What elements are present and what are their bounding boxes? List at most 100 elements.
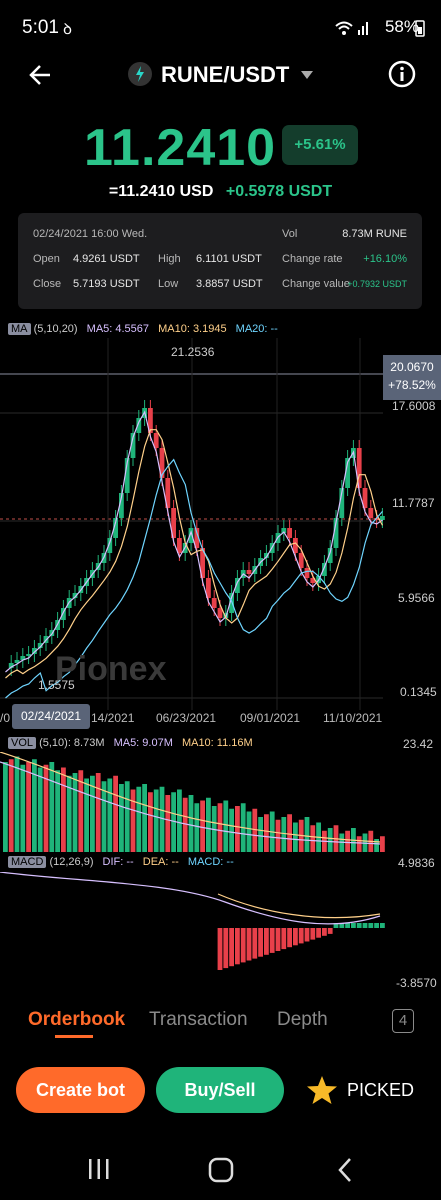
macd-chart[interactable] (0, 872, 441, 982)
battery-level: 58% (384, 17, 419, 36)
change-abs: +0.5978 USDT (225, 183, 333, 200)
volume-bar (380, 836, 385, 852)
macd-tag[interactable]: MACD (8, 856, 47, 868)
create-bot-button[interactable]: Create bot (16, 1067, 145, 1113)
macd-value: MACD: -- (187, 856, 234, 868)
macd-bar (380, 923, 385, 928)
macd-bar (258, 928, 263, 957)
ma20-value: MA20: -- (235, 323, 278, 335)
ma10-value: MA10: 3.1945 (158, 323, 227, 335)
volume-bar (304, 817, 310, 852)
pionex-watermark: Pionex (55, 650, 167, 688)
volume-bar (188, 795, 194, 852)
volume-bar (113, 775, 118, 852)
volume-bar (223, 800, 229, 852)
open-label: Open (33, 253, 60, 265)
tab-orderbook[interactable]: Orderbook (28, 1009, 125, 1031)
volume-bar (3, 762, 8, 852)
current-price-pct: +78.52% (388, 378, 436, 392)
dif-value: DIF: -- (102, 856, 134, 868)
candle-datetime: 02/24/2021 16:00 Wed. (33, 228, 148, 240)
vol-max-label: 23.42 (403, 737, 434, 751)
macd-bar (368, 923, 374, 928)
info-icon[interactable] (388, 60, 416, 88)
dea-value: DEA: -- (142, 856, 179, 868)
volume-bar (275, 819, 281, 852)
macd-params: (12,26,9) (49, 856, 94, 868)
macd-legend: MACD (12,26,9) DIF: -- DEA: -- MACD: -- (8, 856, 234, 868)
volume-bar (293, 822, 298, 852)
volume-bar (252, 808, 258, 852)
vol-value: 8.73M RUNE (342, 228, 407, 240)
candle-body (368, 508, 374, 518)
current-price-value: 20.0670 (390, 360, 434, 374)
selected-date-tag: 02/24/2021 (12, 704, 90, 729)
macd-bar (362, 923, 368, 928)
volume-bar (310, 825, 316, 852)
axis-label-2: 11.7787 (392, 496, 435, 510)
tab-transaction[interactable]: Transaction (149, 1009, 248, 1031)
back-icon[interactable] (336, 1157, 354, 1183)
picked-label[interactable]: PICKED (347, 1080, 414, 1101)
macd-bar (327, 928, 333, 934)
back-arrow-icon[interactable] (28, 62, 54, 88)
macd-bar (252, 928, 258, 959)
bottom-tabs: Orderbook Transaction Depth 4 (0, 1000, 441, 1044)
tab-count-badge[interactable]: 4 (392, 1009, 414, 1033)
star-icon[interactable] (306, 1074, 338, 1106)
volume-bar (177, 789, 182, 852)
candle-body (211, 598, 217, 608)
high-value: 6.1101 USDT (196, 253, 262, 265)
change-rate-label: Change rate (282, 253, 343, 265)
pair-title[interactable]: RUNE/USDT (161, 62, 289, 88)
macd-bar (356, 923, 362, 928)
ma10-line (5, 429, 384, 679)
ma5-value: MA5: 4.5567 (86, 323, 150, 335)
rune-logo-icon (128, 62, 152, 86)
ma-tag[interactable]: MA (8, 323, 31, 335)
usd-value: =11.2410 USD (108, 183, 214, 200)
macd-bar (223, 928, 229, 969)
high-label: High (158, 253, 181, 265)
vol-legend: VOL (5,10): 8.73M MA5: 9.07M MA10: 11.16… (8, 737, 253, 749)
volume-bar (281, 817, 287, 852)
ma-params: (5,10,20) (33, 323, 78, 335)
vol-params: (5,10): 8.73M (39, 737, 105, 749)
macd-bar (229, 928, 234, 967)
recents-icon[interactable] (87, 1157, 111, 1181)
volume-bar (49, 762, 55, 852)
macd-bar (345, 923, 350, 928)
volume-bar (153, 789, 159, 852)
change-rate-value: +16.10% (363, 253, 407, 265)
volume-bar (235, 806, 240, 852)
candle-body (322, 563, 327, 576)
vol-ma10: MA10: 11.16M (181, 737, 253, 749)
volume-bar (165, 795, 171, 852)
volume-bar (124, 781, 130, 852)
candle-body (246, 570, 252, 574)
buy-sell-button[interactable]: Buy/Sell (156, 1067, 284, 1113)
volume-chart[interactable] (0, 752, 441, 852)
volume-bar (136, 786, 142, 852)
macd-max-label: 4.9836 (398, 856, 435, 870)
macd-bar (374, 923, 379, 928)
volume-bar (72, 773, 78, 852)
volume-bar (327, 828, 333, 852)
tiktok-icon: ꝺ (63, 21, 72, 38)
volume-bar (37, 767, 43, 852)
vol-ma5: MA5: 9.07M (113, 737, 173, 749)
macd-bar (322, 928, 327, 936)
macd-bar (217, 928, 223, 970)
open-value: 4.9261 USDT (73, 253, 140, 265)
status-time: 5:01 (22, 17, 59, 38)
macd-bar (235, 928, 240, 965)
price-subline: =11.2410 USD +0.5978 USDT (0, 183, 441, 201)
volume-bar (142, 784, 147, 852)
vol-tag[interactable]: VOL (8, 737, 37, 749)
dropdown-icon[interactable] (300, 70, 314, 80)
ma-legend: MA (5,10,20) MA5: 4.5567 MA10: 3.1945 MA… (8, 323, 278, 335)
battery-icon (415, 20, 425, 37)
tab-depth[interactable]: Depth (277, 1009, 328, 1031)
macd-bar (293, 928, 298, 946)
home-icon[interactable] (208, 1157, 234, 1183)
